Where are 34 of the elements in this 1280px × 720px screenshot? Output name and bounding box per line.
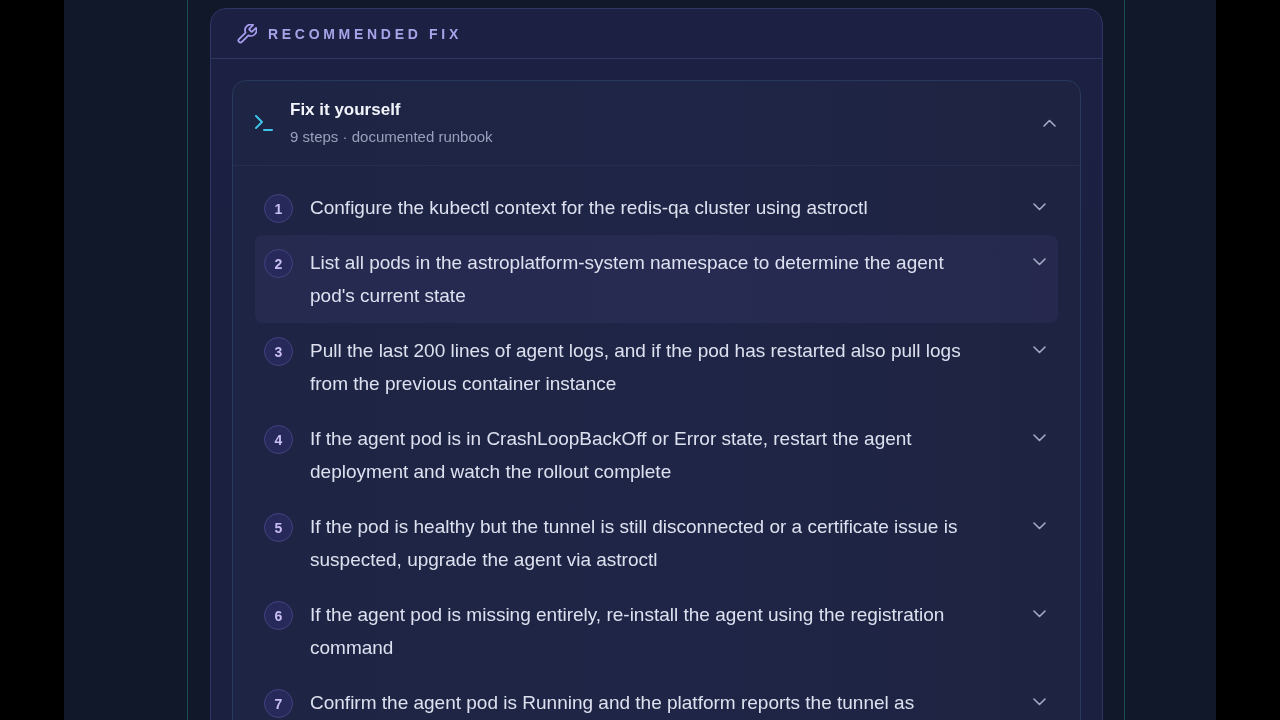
step-text: Pull the last 200 lines of agent logs, and if the pod has restarted also pull logs from the previous container instance — [310, 339, 962, 396]
step-text: If the pod is healthy but the tunnel is still disconnected or a certificate issue is suspected, upgrade the agent via astroctl — [310, 515, 959, 572]
section-title: RECOMMENDED FIX — [268, 25, 462, 42]
terminal-icon — [255, 115, 273, 131]
step-number: 3 — [264, 337, 293, 366]
wrench-icon — [237, 23, 257, 44]
step-text: List all pods in the astroplatform-system namespace to determine the agent pod's current state — [310, 251, 945, 308]
step-row[interactable]: 7 Confirm the agent pod is Running and the platform reports the tunnel as — [255, 675, 1058, 720]
step-row[interactable]: 5 If the pod is healthy but the tunnel is still disconnected or a certificate issue is suspected, upgrade the agent via astroctl — [255, 499, 1058, 587]
step-number: 5 — [264, 513, 293, 542]
step-text: Confirm the agent pod is Running and the platform reports the tunnel as — [310, 691, 916, 715]
chevron-down-icon[interactable] — [1033, 522, 1046, 530]
step-row[interactable]: 2 List all pods in the astroplatform-system namespace to determine the agent pod's current state — [255, 235, 1058, 323]
chevron-down-icon[interactable] — [1033, 698, 1046, 706]
chevron-down-icon[interactable] — [1033, 434, 1046, 442]
step-number: 4 — [264, 425, 293, 454]
step-number: 6 — [264, 601, 293, 630]
chevron-down-icon[interactable] — [1033, 610, 1046, 618]
runbook-title: Fix it yourself — [290, 100, 402, 120]
step-row[interactable]: 6 If the agent pod is missing entirely, re-install the agent using the registration command — [255, 587, 1058, 675]
step-row[interactable]: 3 Pull the last 200 lines of agent logs, and if the pod has restarted also pull logs from the previous container instance — [255, 323, 1058, 411]
step-row[interactable]: 4 If the agent pod is in CrashLoopBackOff or Error state, restart the agent deployment and watch the rollout complete — [255, 411, 1058, 499]
chevron-down-icon[interactable] — [1033, 203, 1046, 211]
runbook-subtitle: 9 steps · documented runbook — [290, 128, 493, 146]
chevron-up-icon[interactable] — [1043, 119, 1056, 127]
chevron-down-icon[interactable] — [1033, 346, 1046, 354]
step-number: 7 — [264, 689, 293, 718]
step-row[interactable]: 1 Configure the kubectl context for the redis-qa cluster using astroctl — [255, 180, 1058, 235]
step-number: 2 — [264, 249, 293, 278]
step-text: Configure the kubectl context for the redis-qa cluster using astroctl — [310, 196, 869, 220]
step-text: If the agent pod is missing entirely, re-install the agent using the registration command — [310, 603, 946, 660]
step-text: If the agent pod is in CrashLoopBackOff or Error state, restart the agent deployment and watch the rollout complete — [310, 427, 913, 484]
chevron-down-icon[interactable] — [1033, 258, 1046, 266]
step-number: 1 — [264, 194, 293, 223]
